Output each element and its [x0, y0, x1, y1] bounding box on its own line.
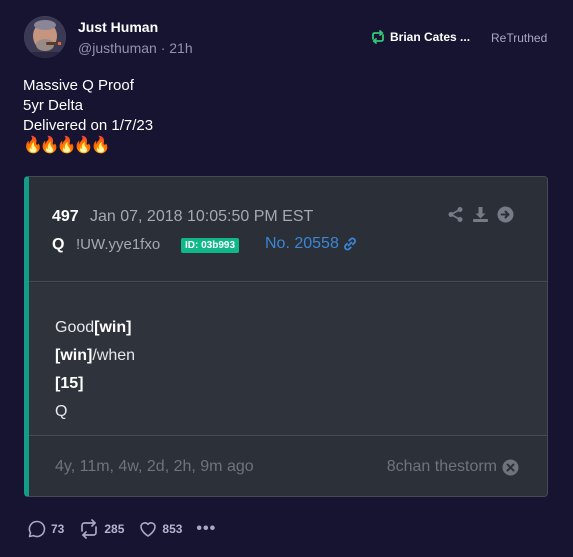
message-line: [win]/when — [55, 342, 135, 370]
author-handle-row: @justhuman · 21h — [78, 40, 193, 56]
embedded-post-number: 497 — [52, 208, 79, 225]
embedded-post-message: Good[win] [win]/when [15] Q — [55, 314, 135, 426]
retruth-action-icon — [81, 519, 98, 539]
post-action-bar: 73 285 853 ••• — [27, 519, 216, 539]
retruth-count: 285 — [104, 522, 125, 536]
post-text: Massive Q Proof 5yr Delta Delivered on 1… — [23, 76, 153, 156]
like-count: 853 — [162, 522, 183, 536]
heart-icon — [140, 522, 157, 537]
message-bold-text: [15] — [55, 375, 84, 392]
embedded-post-date: Jan 07, 2018 10:05:50 PM EST — [90, 208, 314, 225]
post-text-line: 5yr Delta — [23, 97, 84, 114]
like-button[interactable]: 853 — [138, 519, 182, 539]
embedded-time-ago: 4y, 11m, 4w, 2d, 2h, 9m ago — [55, 458, 254, 475]
embedded-header-actions — [447, 206, 514, 223]
message-text: Good — [55, 319, 95, 336]
embedded-poster-name: Q — [52, 236, 65, 253]
retruth-icon — [370, 30, 386, 44]
fire-emoji-row: 🔥🔥🔥🔥🔥 — [23, 137, 111, 154]
embedded-post-link[interactable]: No. 20558 — [265, 235, 358, 253]
message-line: Good[win] — [55, 314, 135, 342]
avatar[interactable] — [24, 16, 66, 58]
message-bold-text: [win] — [55, 347, 93, 364]
message-line: Q — [55, 398, 135, 426]
message-bold-text: [win] — [94, 319, 132, 336]
author-handle[interactable]: @justhuman — [78, 40, 157, 56]
retruth-button[interactable]: 285 — [78, 519, 124, 539]
close-circle-icon[interactable] — [502, 459, 519, 476]
retruth-indicator[interactable]: Brian Cates ... — [370, 30, 470, 44]
retruth-user-name[interactable]: Brian Cates ... — [390, 30, 470, 44]
avatar-image — [24, 16, 66, 58]
reply-count: 73 — [51, 522, 65, 536]
embedded-id-badge: ID: 03b993 — [181, 238, 240, 253]
download-icon[interactable] — [472, 206, 489, 223]
share-icon[interactable] — [447, 206, 464, 223]
embedded-post-card[interactable]: 497 Jan 07, 2018 10:05:50 PM EST Q !UW.y… — [24, 176, 548, 497]
link-icon — [343, 237, 356, 251]
post-time[interactable]: 21h — [169, 40, 192, 56]
post-text-line: Delivered on 1/7/23 — [23, 117, 154, 134]
message-line: [15] — [55, 370, 135, 398]
more-options-button[interactable]: ••• — [196, 520, 216, 538]
embedded-post-no[interactable]: No. 20558 — [265, 235, 339, 253]
retruthed-label: ReTruthed — [491, 31, 548, 45]
arrow-right-circle-icon[interactable] — [497, 206, 514, 223]
post-text-line: Massive Q Proof — [23, 77, 134, 94]
author-display-name[interactable]: Just Human — [78, 19, 158, 35]
embedded-post-header: 497 Jan 07, 2018 10:05:50 PM EST Q !UW.y… — [29, 177, 547, 282]
reply-button[interactable]: 73 — [27, 519, 64, 539]
reply-icon — [28, 520, 46, 538]
embedded-tripcode: !UW.yye1fxo — [76, 236, 161, 253]
embedded-board-name: 8chan thestorm — [386, 458, 497, 475]
embedded-post-body: Good[win] [win]/when [15] Q — [29, 283, 547, 436]
separator-dot: · — [160, 40, 170, 56]
embedded-post-footer: 4y, 11m, 4w, 2d, 2h, 9m ago 8chan thesto… — [29, 437, 547, 496]
message-text: /when — [92, 347, 136, 364]
message-text: Q — [55, 403, 68, 420]
